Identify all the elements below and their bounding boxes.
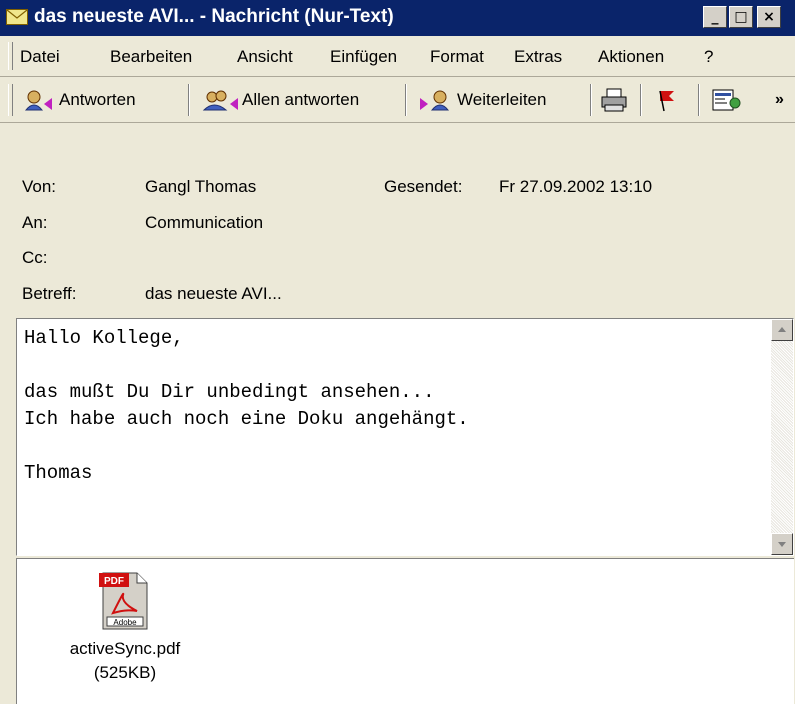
- body-line: das mußt Du Dir unbedingt ansehen...: [24, 381, 435, 403]
- message-text[interactable]: Hallo Kollege, das mußt Du Dir unbedingt…: [24, 325, 469, 487]
- toolbar-separator: [640, 84, 642, 116]
- sent-value: Fr 27.09.2002 13:10: [499, 177, 653, 196]
- toolbar-separator: [698, 84, 700, 116]
- pdf-badge-text: PDF: [104, 576, 124, 587]
- maximize-button[interactable]: □: [729, 6, 753, 28]
- menu-aktionen[interactable]: Aktionen: [598, 47, 664, 67]
- title-bar[interactable]: das neueste AVI... - Nachricht (Nur-Text…: [0, 0, 795, 36]
- menu-bearbeiten[interactable]: Bearbeiten: [110, 47, 192, 67]
- body-line: Hallo Kollege,: [24, 327, 184, 349]
- reply-all-icon: [202, 90, 238, 111]
- menu-datei[interactable]: Datei: [20, 47, 60, 67]
- cc-label: Cc:: [22, 248, 48, 267]
- to-value[interactable]: Communication: [145, 213, 263, 233]
- follow-up-flag-button[interactable]: [652, 84, 682, 116]
- attachment-filename[interactable]: activeSync.pdf: [25, 639, 225, 659]
- reply-all-label: Allen antworten: [242, 90, 360, 109]
- pdf-file-icon[interactable]: PDF Adobe: [99, 569, 151, 631]
- scroll-up-button[interactable]: [771, 319, 793, 341]
- body-line: Ich habe auch noch eine Doku angehängt.: [24, 408, 469, 430]
- message-body[interactable]: Hallo Kollege, das mußt Du Dir unbedingt…: [16, 318, 794, 556]
- menu-einfuegen[interactable]: Einfügen: [330, 47, 397, 67]
- menu-extras[interactable]: Extras: [514, 47, 562, 67]
- address-book-button[interactable]: [710, 84, 742, 116]
- toolbar-separator: [590, 84, 592, 116]
- menu-format[interactable]: Format: [430, 47, 484, 67]
- flag-icon: [659, 90, 674, 112]
- toolbar-grip[interactable]: [8, 84, 13, 116]
- to-label: An:: [22, 213, 48, 232]
- menu-help[interactable]: ?: [704, 47, 713, 67]
- toolbar-overflow-button[interactable]: »: [775, 84, 784, 116]
- toolbar: Antworten Allen antworten Weiterleiten »: [0, 78, 795, 123]
- scroll-down-button[interactable]: [771, 533, 793, 555]
- reply-label: Antworten: [59, 90, 136, 109]
- menu-ansicht[interactable]: Ansicht: [237, 47, 293, 67]
- menubar-grip[interactable]: [8, 42, 13, 70]
- toolbar-separator: [405, 84, 407, 116]
- close-button[interactable]: ×: [757, 6, 781, 28]
- vertical-scrollbar[interactable]: [771, 319, 793, 555]
- menu-bar: Datei Bearbeiten Ansicht Einfügen Format…: [0, 38, 795, 77]
- sent-label: Gesendet:: [384, 177, 463, 196]
- forward-button[interactable]: Weiterleiten: [418, 84, 546, 116]
- arrow-down-icon: [778, 542, 786, 547]
- reply-all-button[interactable]: Allen antworten: [202, 84, 359, 116]
- subject-label: Betreff:: [22, 284, 77, 303]
- from-value[interactable]: Gangl Thomas: [145, 177, 256, 197]
- envelope-icon: [6, 9, 28, 25]
- window-title: das neueste AVI... - Nachricht (Nur-Text…: [34, 6, 394, 27]
- address-book-icon: [712, 89, 741, 111]
- printer-icon: [601, 88, 627, 112]
- reply-icon: [24, 90, 52, 111]
- adobe-brand-text: Adobe: [113, 618, 137, 627]
- reply-button[interactable]: Antworten: [22, 84, 136, 116]
- toolbar-separator: [188, 84, 190, 116]
- attachment-size: (525KB): [93, 663, 157, 682]
- forward-icon: [420, 90, 450, 111]
- minimize-button[interactable]: _: [703, 6, 727, 28]
- subject-value: das neueste AVI...: [145, 284, 282, 303]
- attachment-pane: PDF Adobe activeSync.pdf (525KB): [16, 558, 794, 704]
- arrow-up-icon: [778, 327, 786, 332]
- from-label: Von:: [22, 177, 57, 196]
- forward-label: Weiterleiten: [457, 90, 547, 109]
- body-line: Thomas: [24, 462, 93, 484]
- print-button[interactable]: [600, 84, 630, 116]
